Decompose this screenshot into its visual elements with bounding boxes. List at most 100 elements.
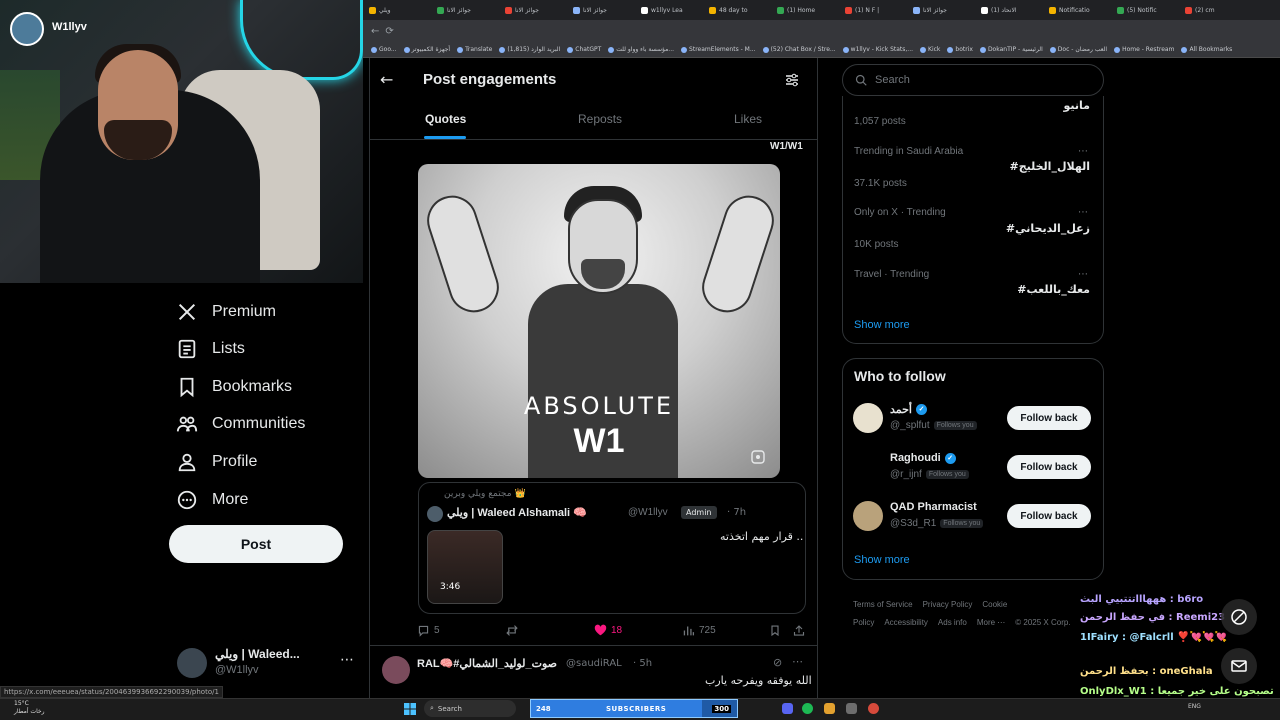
browser-tab[interactable]: (2) cm	[1181, 2, 1247, 18]
bookmark-item[interactable]: Doc - العب رمضان	[1049, 46, 1108, 53]
repost-button[interactable]	[505, 624, 519, 637]
obs-icon[interactable]	[868, 703, 879, 714]
windows-start-icon[interactable]	[404, 703, 416, 715]
bookmark-item[interactable]: All Bookmarks	[1181, 46, 1232, 53]
footer-link[interactable]: More ⋯	[977, 618, 1005, 627]
bookmark-icon[interactable]	[769, 624, 781, 637]
bookmark-label: Doc - العب رمضان	[1057, 46, 1108, 53]
footer-link[interactable]: Accessibility	[884, 618, 928, 627]
filter-icon[interactable]	[784, 72, 800, 88]
account-avatar[interactable]	[177, 648, 207, 678]
browser-tab[interactable]: ويلي	[365, 2, 431, 18]
follow-back-button[interactable]: Follow back	[1007, 406, 1091, 430]
trend-name[interactable]: #زعل_الديحاني	[1006, 222, 1090, 235]
who-to-follow-show-more-link[interactable]: Show more	[854, 554, 910, 566]
bookmark-item[interactable]: Home - Restream	[1114, 46, 1174, 53]
bookmark-favicon-icon	[1049, 46, 1056, 53]
account-more-button[interactable]: ⋯	[340, 652, 354, 668]
browser-tab[interactable]: جوائز الانا	[501, 2, 567, 18]
back-arrow-icon[interactable]: ←	[371, 26, 379, 37]
trend-name[interactable]: مانيو	[1064, 99, 1090, 112]
trend-more-button[interactable]: ⋯	[1078, 207, 1088, 218]
bookmark-favicon-icon	[499, 46, 506, 53]
post-button[interactable]: Post	[169, 525, 343, 563]
reply-author-avatar[interactable]	[382, 656, 410, 684]
footer-link[interactable]: © 2025 X Corp.	[1015, 618, 1070, 627]
post-more-button[interactable]: ⋯	[792, 655, 803, 668]
bookmark-label: DokanTIP - الرئيسية	[987, 46, 1043, 53]
tab-reposts[interactable]: Reposts	[578, 112, 622, 126]
account-name[interactable]: ويلي | Waleed...	[215, 647, 300, 661]
bookmark-item[interactable]: DokanTIP - الرئيسية	[979, 46, 1043, 53]
trend-more-button[interactable]: ⋯	[1078, 146, 1088, 157]
discord-icon[interactable]	[782, 703, 793, 714]
reload-icon[interactable]: ⟳	[385, 26, 393, 37]
bookmark-item[interactable]: البريد الوارد (1,815)	[499, 46, 560, 53]
bookmark-item[interactable]: أجهزة الكمبيوتر	[403, 46, 450, 53]
folder-icon[interactable]	[824, 703, 835, 714]
bookmark-item[interactable]: مؤسسة باء وواو للت...	[608, 46, 674, 53]
browser-address-bar[interactable]: ← ⟳	[363, 20, 1280, 42]
reply-button[interactable]: 5	[417, 624, 440, 637]
bookmark-item[interactable]: w1llyv - Kick Stats,...	[842, 46, 913, 53]
bookmark-item[interactable]: Translate	[457, 46, 492, 53]
follow-user-name[interactable]: أحمد ✓	[890, 403, 927, 416]
nav-item-more[interactable]: More	[176, 485, 248, 515]
app-icon[interactable]	[846, 703, 857, 714]
nav-item-premium[interactable]: Premium	[176, 297, 276, 327]
views-button[interactable]: 725	[682, 624, 716, 637]
nav-item-bookmarks[interactable]: Bookmarks	[176, 372, 292, 402]
system-tray-language[interactable]: ENG	[1188, 703, 1201, 710]
browser-tab[interactable]: جوائز الانا	[909, 2, 975, 18]
bookmark-item[interactable]: botrix	[947, 46, 973, 53]
page-title: Post engagements	[423, 71, 557, 88]
browser-tab[interactable]: 48 day to	[705, 2, 771, 18]
bookmark-item[interactable]: Kick	[920, 46, 940, 53]
tab-quotes[interactable]: Quotes	[425, 112, 466, 126]
browser-tab[interactable]: (1) الانحاد	[977, 2, 1043, 18]
image-edit-icon[interactable]	[750, 449, 766, 465]
footer-link[interactable]: Privacy Policy	[923, 600, 973, 609]
search-input[interactable]: Search	[842, 64, 1104, 96]
nav-item-profile[interactable]: Profile	[176, 447, 257, 477]
browser-tab[interactable]: جوائز الانا	[569, 2, 635, 18]
back-button[interactable]: ←	[380, 70, 393, 89]
browser-tab[interactable]: Notificatio	[1045, 2, 1111, 18]
browser-tab[interactable]: جوائز الانا	[433, 2, 499, 18]
tab-likes[interactable]: Likes	[734, 112, 762, 126]
browser-tab[interactable]: (1) Home	[773, 2, 839, 18]
quoted-video-thumbnail[interactable]	[427, 530, 503, 604]
taskbar-search[interactable]: ⌕ Search	[424, 700, 516, 717]
footer-link[interactable]: Ads info	[938, 618, 967, 627]
grok-icon[interactable]: ⊘	[773, 656, 782, 669]
follow-back-button[interactable]: Follow back	[1007, 504, 1091, 528]
trends-show-more-link[interactable]: Show more	[854, 319, 910, 331]
follow-user-name[interactable]: Raghoudi ✓	[890, 452, 956, 464]
user-avatar[interactable]	[853, 403, 883, 433]
bookmark-item[interactable]: (52) Chat Box / Stre...	[762, 46, 836, 53]
follow-user-name[interactable]: QAD Pharmacist	[890, 501, 977, 513]
bookmark-item[interactable]: Goo...	[371, 46, 397, 53]
follow-back-button[interactable]: Follow back	[1007, 455, 1091, 479]
nav-item-communities[interactable]: Communities	[176, 409, 305, 439]
footer-link[interactable]: Terms of Service	[853, 600, 913, 609]
post-image[interactable]: ABSOLUTE W1	[418, 164, 780, 478]
nav-item-lists[interactable]: Lists	[176, 334, 245, 364]
trend-name[interactable]: #معك_باللعب	[1017, 283, 1090, 296]
bookmark-item[interactable]: ChatGPT	[567, 46, 601, 53]
user-avatar[interactable]	[853, 452, 883, 482]
spotify-icon[interactable]	[802, 703, 813, 714]
trend-more-button[interactable]: ⋯	[1078, 269, 1088, 280]
browser-tab[interactable]: (1) N F |	[841, 2, 907, 18]
browser-tab[interactable]: (5) Notific	[1113, 2, 1179, 18]
chat-message: 1IFairy : @Falcrll ❣️💘💘💘	[1080, 632, 1227, 643]
browser-tab[interactable]: w1llyv Lea	[637, 2, 703, 18]
share-icon[interactable]	[793, 624, 805, 637]
bookmark-item[interactable]: StreamElements - M...	[681, 46, 756, 53]
like-button[interactable]: 18	[594, 624, 622, 637]
subscriber-goal-bar: 248 SUBSCRIBERS 300	[530, 699, 738, 718]
reply-author-name[interactable]: RAL🧠#صوت_لوليد_الشمالي	[417, 657, 557, 670]
trend-name[interactable]: #الهلال_الخليج	[1009, 160, 1090, 173]
user-avatar[interactable]	[853, 501, 883, 531]
weather-widget[interactable]: 15°C رخات أمطار	[14, 700, 45, 716]
